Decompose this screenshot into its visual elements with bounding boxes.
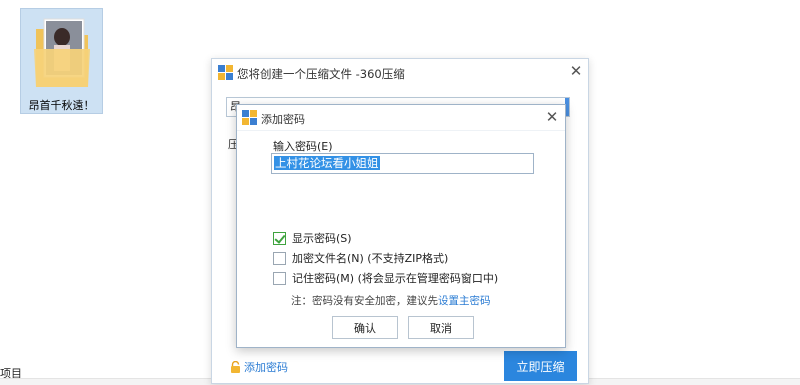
show-password-label: 显示密码(S)	[292, 232, 352, 245]
security-note: 注：密码没有安全加密，建议先设置主密码	[291, 293, 491, 308]
password-label: 输入密码(E)	[273, 140, 333, 153]
desktop-folder[interactable]: 昂首千秋遠！	[20, 8, 103, 114]
ok-button[interactable]: 确认	[332, 316, 398, 339]
lock-icon	[231, 361, 240, 373]
remember-password-checkbox[interactable]	[273, 271, 286, 285]
add-password-titlebar[interactable]: 添加密码 ✕	[237, 105, 565, 131]
password-value: 上村花论坛看小姐姐	[274, 156, 380, 170]
folder-label: 昂首千秋遠！	[28, 99, 95, 112]
security-note-text: 注：密码没有安全加密，建议先	[291, 295, 438, 307]
archive-app-icon	[218, 65, 233, 80]
encrypt-filenames-label: 加密文件名(N) (不支持ZIP格式)	[292, 252, 449, 265]
compress-dialog-title: 您将创建一个压缩文件 -360压缩	[237, 67, 405, 81]
set-master-password-link[interactable]: 设置主密码	[438, 295, 491, 307]
add-password-dialog: 添加密码 ✕ 输入密码(E) 上村花论坛看小姐姐 显示密码(S) 加密文件名(N…	[236, 104, 566, 348]
add-password-link[interactable]: 添加密码	[230, 359, 288, 375]
folder-icon	[34, 18, 90, 87]
cancel-button[interactable]: 取消	[408, 316, 474, 339]
close-icon[interactable]: ✕	[569, 64, 583, 79]
archive-app-icon	[242, 110, 257, 125]
encrypt-filenames-option[interactable]: 加密文件名(N) (不支持ZIP格式)	[273, 250, 448, 266]
add-password-label: 添加密码	[244, 361, 288, 374]
close-icon[interactable]: ✕	[545, 110, 559, 125]
show-password-checkbox[interactable]	[273, 231, 286, 245]
password-input[interactable]: 上村花论坛看小姐姐	[271, 153, 534, 174]
remember-password-label: 记住密码(M) (将会显示在管理密码窗口中)	[292, 272, 499, 285]
show-password-option[interactable]: 显示密码(S)	[273, 230, 352, 246]
compress-now-button[interactable]: 立即压缩	[504, 351, 577, 381]
remember-password-option[interactable]: 记住密码(M) (将会显示在管理密码窗口中)	[273, 270, 498, 286]
encrypt-filenames-checkbox[interactable]	[273, 251, 286, 265]
compress-dialog-titlebar[interactable]: 您将创建一个压缩文件 -360压缩 ✕	[212, 59, 588, 87]
add-password-title: 添加密码	[261, 113, 305, 126]
